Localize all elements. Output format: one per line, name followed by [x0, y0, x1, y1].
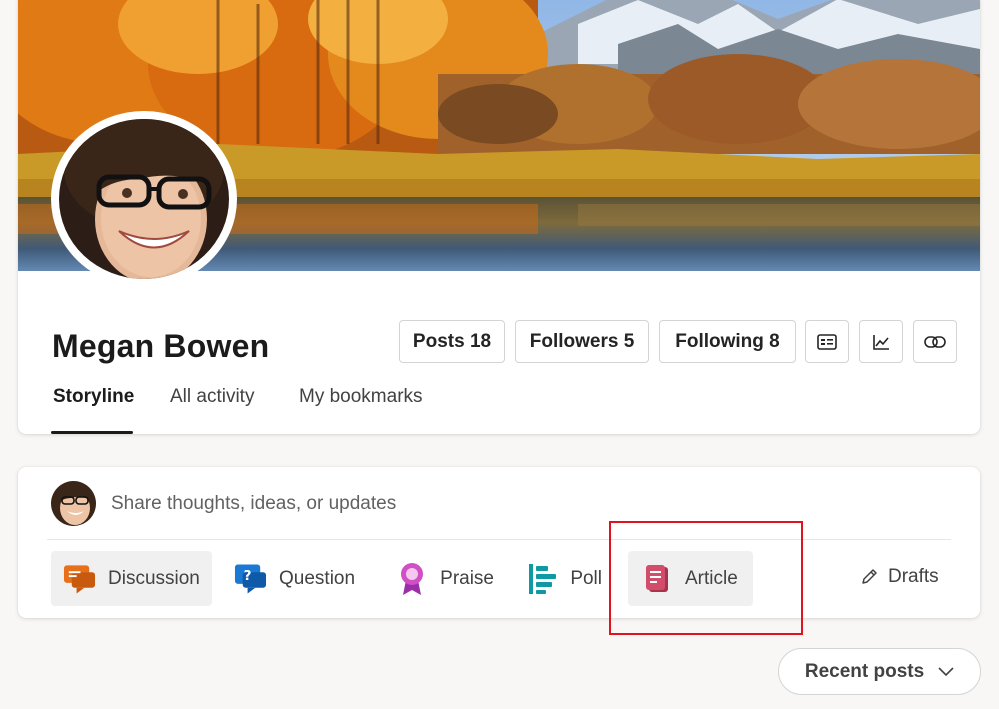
active-tab-indicator — [51, 431, 133, 434]
sort-label: Recent posts — [804, 660, 925, 682]
question-button[interactable]: ? Question — [222, 551, 370, 606]
contact-card-icon — [817, 333, 837, 350]
discussion-label: Discussion — [108, 567, 200, 589]
composer-divider — [47, 539, 951, 540]
poll-button[interactable]: Poll — [516, 551, 614, 606]
praise-icon — [396, 562, 428, 595]
poll-label: Poll — [570, 567, 602, 589]
question-label: Question — [279, 567, 356, 589]
highlight-annotation — [609, 521, 803, 635]
analytics-button[interactable] — [859, 320, 903, 363]
profile-avatar[interactable] — [51, 111, 237, 287]
praise-label: Praise — [440, 567, 494, 589]
svg-text:?: ? — [244, 567, 252, 583]
profile-card: Megan Bowen Posts 18 Followers 5 Followi… — [18, 0, 980, 434]
question-icon: ? — [234, 562, 267, 595]
sort-dropdown[interactable]: Recent posts — [778, 648, 981, 695]
trend-chart-icon — [873, 334, 889, 350]
posts-count-button[interactable]: Posts 18 — [399, 320, 505, 363]
tab-all-activity[interactable]: All activity — [170, 386, 254, 408]
following-count-button[interactable]: Following 8 — [659, 320, 796, 363]
contact-card-button[interactable] — [805, 320, 849, 363]
composer-avatar — [51, 481, 96, 526]
drafts-button[interactable]: Drafts — [860, 566, 939, 588]
poll-icon — [528, 562, 558, 595]
discussion-icon — [63, 562, 96, 595]
composer-input[interactable]: Share thoughts, ideas, or updates — [111, 493, 396, 515]
pencil-icon — [862, 569, 877, 584]
profile-name: Megan Bowen — [52, 328, 270, 364]
chevron-down-icon — [938, 666, 954, 676]
drafts-label: Drafts — [888, 566, 939, 587]
composer-card: Share thoughts, ideas, or updates Discus… — [18, 467, 980, 618]
link-icon — [924, 335, 946, 348]
copy-link-button[interactable] — [913, 320, 957, 363]
tab-storyline[interactable]: Storyline — [53, 386, 134, 408]
discussion-button[interactable]: Discussion — [51, 551, 212, 606]
followers-count-button[interactable]: Followers 5 — [515, 320, 649, 363]
tab-my-bookmarks[interactable]: My bookmarks — [299, 386, 423, 408]
praise-button[interactable]: Praise — [384, 551, 506, 606]
